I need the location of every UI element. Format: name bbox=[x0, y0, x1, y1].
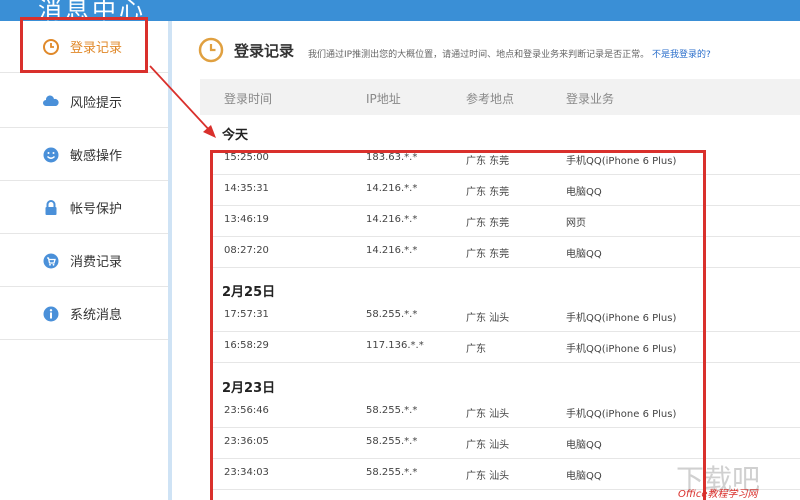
sidebar: 登录记录 风险提示 敏感操作 帐号保护 消费记录 系统消息 bbox=[0, 21, 168, 500]
annotation-box-sidebar bbox=[20, 17, 148, 73]
watermark-site: Office教程学习网 bbox=[678, 489, 758, 500]
column-header-location: 参考地点 bbox=[466, 92, 515, 106]
annotation-box-records bbox=[210, 150, 706, 500]
date-group-label: 今天 bbox=[222, 128, 249, 143]
sidebar-item-risk-alerts[interactable]: 风险提示 bbox=[0, 76, 168, 128]
watermark: 下载吧 Office教程学习网 bbox=[676, 462, 796, 500]
not-me-link[interactable]: 不是我登录的? bbox=[652, 50, 711, 60]
sidebar-item-label: 系统消息 bbox=[70, 308, 123, 323]
section-header: 登录记录 我们通过IP推测出您的大概位置，请通过时间、地点和登录业务来判断记录是… bbox=[172, 21, 800, 79]
column-header-ip: IP地址 bbox=[366, 92, 401, 106]
sidebar-item-label: 风险提示 bbox=[70, 96, 123, 111]
column-header-service: 登录业务 bbox=[566, 92, 615, 106]
sidebar-item-label: 消费记录 bbox=[70, 255, 123, 270]
cart-icon bbox=[43, 253, 59, 268]
cloud-icon bbox=[43, 94, 59, 106]
info-icon bbox=[43, 306, 59, 321]
sidebar-item-purchase-records[interactable]: 消费记录 bbox=[0, 235, 168, 287]
column-header-time: 登录时间 bbox=[224, 92, 273, 106]
sidebar-item-sensitive-ops[interactable]: 敏感操作 bbox=[0, 129, 168, 181]
smiley-icon bbox=[43, 147, 59, 162]
sidebar-item-label: 帐号保护 bbox=[70, 202, 123, 217]
clock-icon bbox=[198, 37, 224, 63]
lock-icon bbox=[45, 199, 57, 215]
page-title: 登录记录 bbox=[234, 42, 295, 60]
sidebar-item-system-messages[interactable]: 系统消息 bbox=[0, 288, 168, 340]
sidebar-item-label: 敏感操作 bbox=[70, 149, 123, 164]
sidebar-item-account-protection[interactable]: 帐号保护 bbox=[0, 182, 168, 234]
description-text: 我们通过IP推测出您的大概位置，请通过时间、地点和登录业务来判断记录是否正常。 bbox=[308, 50, 650, 60]
page-description: 我们通过IP推测出您的大概位置，请通过时间、地点和登录业务来判断记录是否正常。 … bbox=[308, 47, 711, 60]
table-header: 登录时间 IP地址 参考地点 登录业务 bbox=[200, 79, 800, 115]
